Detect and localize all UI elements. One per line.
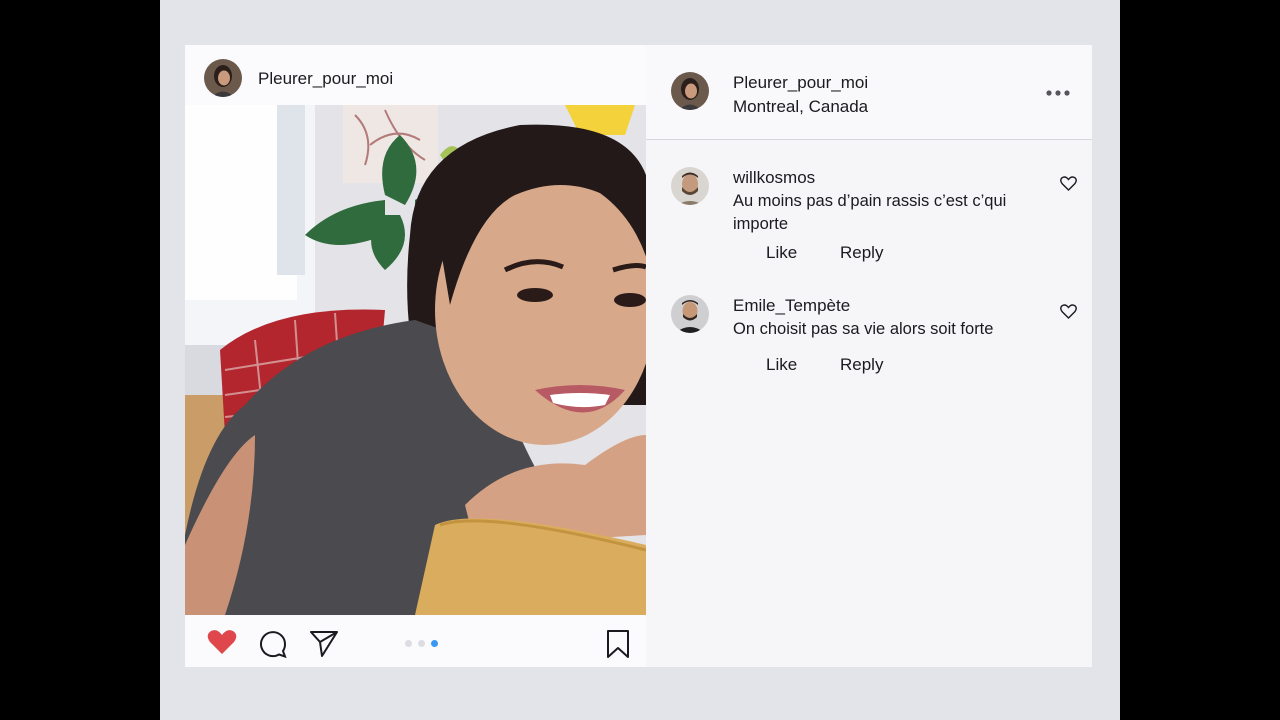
comment-username[interactable]: willkosmos	[733, 168, 815, 188]
heart-outline-icon[interactable]	[1060, 304, 1077, 319]
post-photo[interactable]	[185, 105, 646, 615]
heart-outline-icon[interactable]	[1060, 176, 1077, 191]
send-icon[interactable]	[309, 628, 339, 658]
more-options-icon[interactable]	[1046, 89, 1070, 97]
comments-header: Pleurer_pour_moi Montreal, Canada	[646, 45, 1092, 140]
comment-username[interactable]: Emile_Tempète	[733, 296, 850, 316]
post-location[interactable]: Montreal, Canada	[733, 97, 868, 117]
comment-item: Emile_Tempète On choisit pas sa vie alor…	[646, 295, 1092, 385]
header-username[interactable]: Pleurer_pour_moi	[733, 73, 868, 93]
post-header: Pleurer_pour_moi	[185, 45, 646, 105]
comment-text: On choisit pas sa vie alors soit forte	[733, 320, 994, 338]
carousel-indicator	[405, 640, 445, 648]
comment-reply-button[interactable]: Reply	[840, 243, 883, 263]
carousel-dot-active[interactable]	[431, 640, 438, 647]
carousel-dot[interactable]	[418, 640, 425, 647]
heart-icon[interactable]	[207, 629, 237, 655]
comment-text: Au moins pas d’pain rassis c’est c’qui i…	[733, 192, 1007, 233]
avatar[interactable]	[671, 72, 709, 110]
comment-item: willkosmos Au moins pas d’pain rassis c’…	[646, 167, 1092, 267]
post-card: Pleurer_pour_moi	[185, 45, 646, 667]
avatar[interactable]	[204, 59, 242, 97]
carousel-dot[interactable]	[405, 640, 412, 647]
avatar[interactable]	[671, 295, 709, 333]
bookmark-icon[interactable]	[606, 629, 630, 659]
comment-reply-button[interactable]: Reply	[840, 355, 883, 375]
post-username[interactable]: Pleurer_pour_moi	[258, 69, 393, 89]
comment-like-button[interactable]: Like	[766, 355, 797, 375]
comment-icon[interactable]	[258, 629, 288, 659]
avatar[interactable]	[671, 167, 709, 205]
comment-like-button[interactable]: Like	[766, 243, 797, 263]
post-actions-bar	[185, 615, 646, 667]
comments-panel: Pleurer_pour_moi Montreal, Canada willko…	[646, 45, 1092, 667]
